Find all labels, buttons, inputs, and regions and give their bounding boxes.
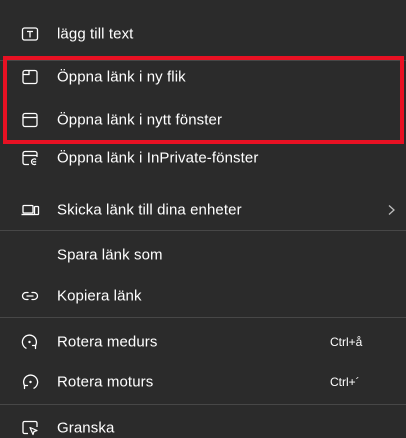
chevron-right-icon	[386, 203, 396, 217]
menu-divider	[0, 404, 406, 405]
menu-item-label: Granska	[57, 419, 115, 437]
rotate-clockwise-icon	[20, 332, 40, 352]
menu-item-open-new-tab[interactable]: Öppna länk i ny flik	[0, 57, 406, 97]
new-tab-icon	[20, 67, 40, 87]
context-menu: lägg till text Öppna länk i ny flik Öppn…	[0, 0, 406, 438]
link-icon	[20, 286, 40, 306]
text-box-icon	[20, 24, 40, 44]
menu-item-label: Öppna länk i InPrivate-fönster	[57, 149, 259, 167]
shortcut-label: Ctrl+´	[330, 375, 360, 389]
menu-item-send-to-devices[interactable]: Skicka länk till dina enheter	[0, 190, 406, 230]
new-window-icon	[20, 110, 40, 130]
menu-item-label: Öppna länk i nytt fönster	[57, 111, 223, 129]
menu-item-add-text[interactable]: lägg till text	[0, 14, 406, 54]
inprivate-window-icon	[20, 148, 40, 168]
menu-item-inspect[interactable]: Granska	[0, 408, 406, 438]
menu-item-open-inprivate[interactable]: Öppna länk i InPrivate-fönster	[0, 138, 406, 178]
menu-item-label: lägg till text	[57, 25, 134, 43]
menu-item-label: Rotera moturs	[57, 373, 154, 391]
menu-item-rotate-clockwise[interactable]: Rotera medurs Ctrl+å	[0, 322, 406, 362]
menu-divider	[0, 317, 406, 318]
rotate-counterclockwise-icon	[20, 372, 40, 392]
menu-item-save-link-as[interactable]: Spara länk som	[0, 235, 406, 275]
menu-divider	[0, 230, 406, 231]
shortcut-label: Ctrl+å	[330, 335, 363, 349]
menu-item-label: Öppna länk i ny flik	[57, 68, 186, 86]
menu-item-label: Rotera medurs	[57, 333, 158, 351]
menu-item-label: Skicka länk till dina enheter	[57, 201, 242, 219]
menu-item-rotate-counterclockwise[interactable]: Rotera moturs Ctrl+´	[0, 362, 406, 402]
menu-item-open-new-window[interactable]: Öppna länk i nytt fönster	[0, 100, 406, 140]
menu-item-label: Spara länk som	[57, 246, 163, 264]
menu-item-label: Kopiera länk	[57, 287, 142, 305]
inspect-icon	[20, 418, 40, 438]
menu-item-copy-link[interactable]: Kopiera länk	[0, 276, 406, 316]
devices-icon	[20, 200, 40, 220]
